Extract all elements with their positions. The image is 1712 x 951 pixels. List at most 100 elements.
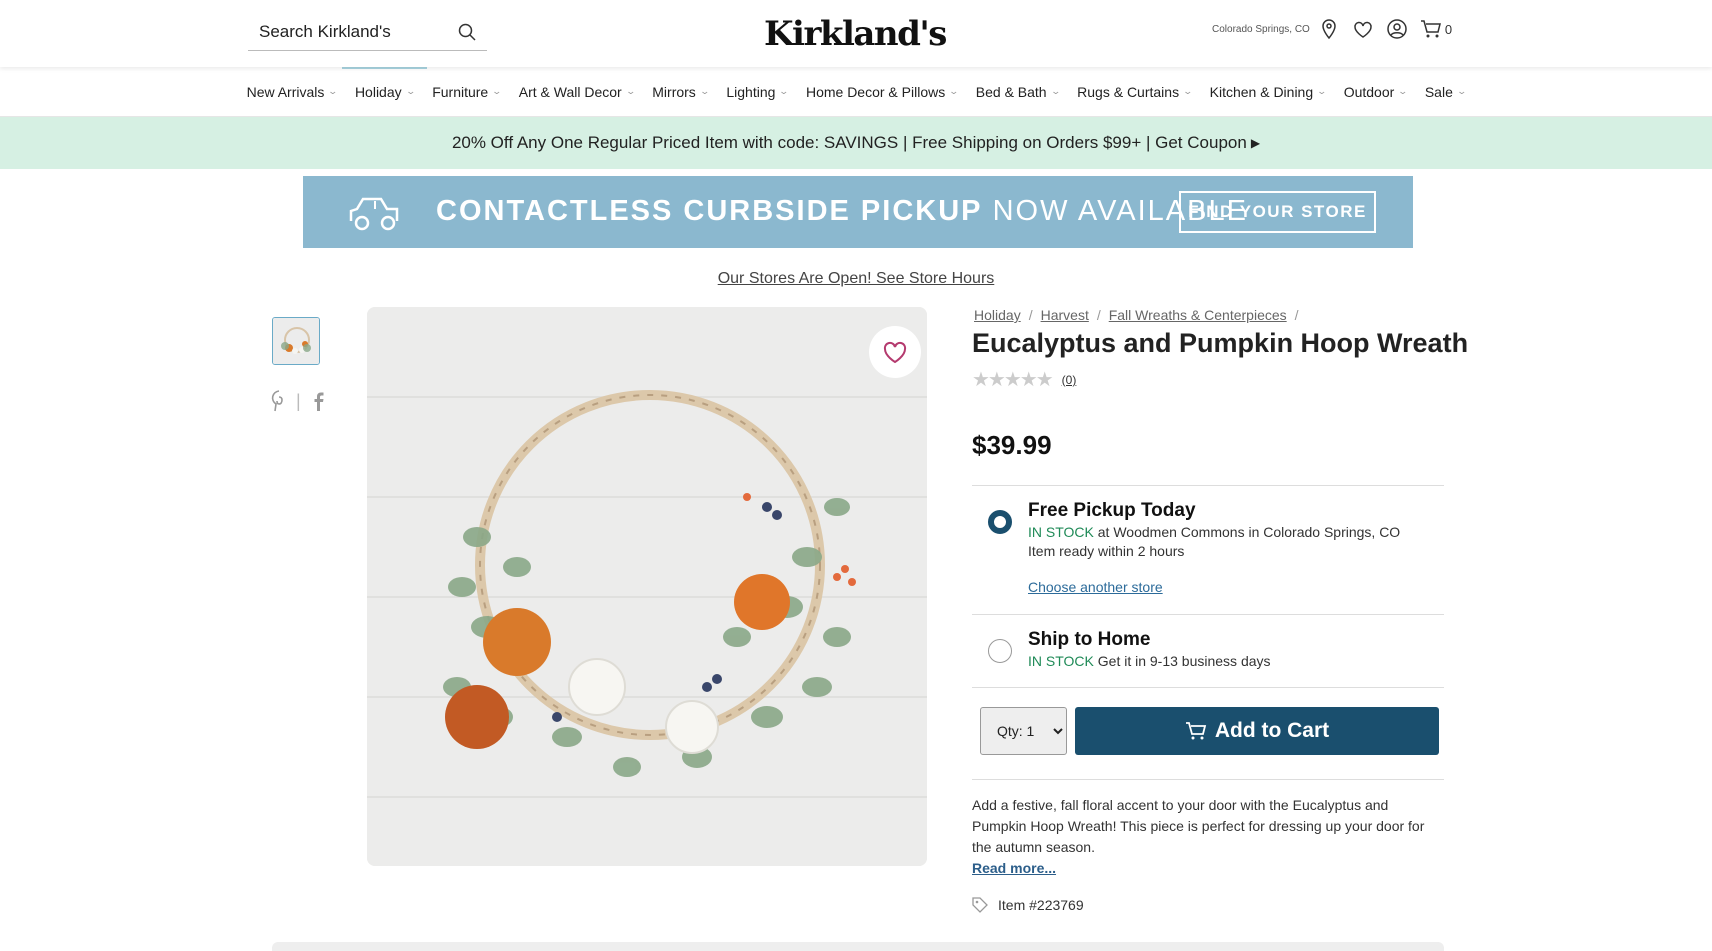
nav-label: Bed & Bath bbox=[975, 83, 1047, 100]
nav-label: Lighting bbox=[726, 83, 776, 100]
banner-headline-bold: CONTACTLESS CURBSIDE PICKUP bbox=[436, 195, 983, 227]
car-icon bbox=[349, 197, 399, 231]
add-to-wishlist-button[interactable] bbox=[869, 326, 921, 378]
nav-label: Art & Wall Decor bbox=[518, 83, 622, 100]
chevron-down-icon: ⌄ bbox=[778, 86, 790, 96]
breadcrumb: Holiday / Harvest / Fall Wreaths & Centerp… bbox=[974, 307, 1299, 323]
nav-outdoor[interactable]: Outdoor ⌄ bbox=[1335, 67, 1416, 117]
chevron-down-icon: ⌄ bbox=[327, 86, 339, 96]
ship-option[interactable]: Ship to Home IN STOCK Get it in 9-13 bus… bbox=[972, 615, 1444, 687]
divider bbox=[972, 687, 1444, 688]
pickup-location: at Woodmen Commons in Colorado Springs, … bbox=[1097, 524, 1401, 540]
pickup-ready-text: Item ready within 2 hours bbox=[1028, 543, 1185, 559]
breadcrumb-harvest[interactable]: Harvest bbox=[1041, 307, 1089, 323]
share-links: | bbox=[270, 390, 327, 412]
nav-art-wall-decor[interactable]: Art & Wall Decor ⌄ bbox=[510, 67, 644, 117]
search-icon[interactable] bbox=[457, 22, 477, 42]
caret-right-icon: ▶ bbox=[1250, 136, 1261, 150]
chevron-down-icon: ⌄ bbox=[1050, 86, 1061, 96]
share-divider: | bbox=[296, 390, 301, 411]
nav-bed-bath[interactable]: Bed & Bath ⌄ bbox=[967, 67, 1068, 117]
ship-stock-line: IN STOCK Get it in 9-13 business days bbox=[1028, 653, 1271, 669]
pickup-title: Free Pickup Today bbox=[1028, 500, 1196, 521]
nav-kitchen-dining[interactable]: Kitchen & Dining ⌄ bbox=[1201, 67, 1335, 117]
nav-label: Sale bbox=[1424, 83, 1453, 100]
review-count-link[interactable]: (0) bbox=[1062, 373, 1077, 387]
ship-title: Ship to Home bbox=[1028, 629, 1151, 650]
breadcrumb-separator: / bbox=[1294, 307, 1299, 323]
nav-label: Holiday bbox=[354, 83, 402, 100]
chevron-down-icon: ⌄ bbox=[1456, 86, 1467, 96]
nav-sale[interactable]: Sale ⌄ bbox=[1416, 67, 1475, 117]
nav-furniture[interactable]: Furniture ⌄ bbox=[423, 67, 510, 117]
rating-stars-icon: ★★★★★ bbox=[972, 369, 1054, 391]
add-to-cart-label: Add to Cart bbox=[1214, 719, 1330, 742]
site-header: Kirkland's Colorado Springs, CO 0 bbox=[0, 0, 1712, 67]
chevron-down-icon: ⌄ bbox=[948, 86, 960, 96]
wishlist-heart-icon[interactable] bbox=[1352, 18, 1374, 40]
product-rating: ★★★★★ (0) bbox=[972, 367, 1076, 392]
nav-home-decor-pillows[interactable]: Home Decor & Pillows ⌄ bbox=[797, 67, 967, 117]
search-input[interactable] bbox=[259, 22, 449, 42]
chevron-down-icon: ⌄ bbox=[491, 86, 503, 96]
nav-lighting[interactable]: Lighting ⌄ bbox=[717, 67, 797, 117]
read-more-link[interactable]: Read more... bbox=[972, 860, 1056, 876]
find-your-store-button[interactable]: FIND YOUR STORE bbox=[1179, 191, 1376, 233]
nav-label: Home Decor & Pillows bbox=[805, 83, 946, 100]
search-bar[interactable] bbox=[248, 14, 487, 51]
breadcrumb-separator: / bbox=[1096, 307, 1101, 323]
chevron-down-icon: ⌄ bbox=[699, 86, 710, 96]
item-number-text: Item #223769 bbox=[998, 897, 1084, 913]
facebook-icon[interactable] bbox=[309, 390, 327, 412]
chevron-down-icon: ⌄ bbox=[625, 86, 636, 96]
section-divider-bar bbox=[272, 942, 1444, 951]
product-title: Eucalyptus and Pumpkin Hoop Wreath bbox=[972, 328, 1469, 358]
nav-mirrors[interactable]: Mirrors ⌄ bbox=[643, 67, 717, 117]
heart-icon bbox=[883, 341, 907, 364]
store-location-text[interactable]: Colorado Springs, CO bbox=[1212, 24, 1310, 35]
tag-icon bbox=[972, 897, 988, 913]
promo-text: 20% Off Any One Regular Priced Item with… bbox=[451, 133, 1247, 152]
divider bbox=[972, 779, 1444, 780]
main-navigation: New Arrivals ⌄ Holiday ⌄ Furniture ⌄ Art & … bbox=[0, 66, 1712, 117]
pickup-stock-line: IN STOCK at Woodmen Commons in Colorado … bbox=[1028, 524, 1400, 540]
add-to-cart-button[interactable]: Add to Cart bbox=[1075, 707, 1439, 755]
in-stock-label: IN STOCK bbox=[1028, 653, 1094, 669]
choose-another-store-link[interactable]: Choose another store bbox=[1028, 579, 1163, 595]
nav-label: Outdoor bbox=[1343, 83, 1395, 100]
ship-radio[interactable] bbox=[988, 639, 1012, 663]
chevron-down-icon: ⌄ bbox=[1316, 86, 1328, 96]
product-thumbnail[interactable] bbox=[272, 317, 320, 365]
nav-holiday[interactable]: Holiday ⌄ bbox=[341, 66, 428, 117]
nav-new-arrivals[interactable]: New Arrivals ⌄ bbox=[238, 67, 346, 117]
breadcrumb-fall-wreaths[interactable]: Fall Wreaths & Centerpieces bbox=[1109, 307, 1287, 323]
pickup-radio[interactable] bbox=[988, 510, 1012, 534]
chevron-down-icon: ⌄ bbox=[1182, 86, 1194, 96]
product-main-image[interactable] bbox=[367, 307, 927, 866]
item-number: Item #223769 bbox=[972, 897, 1084, 913]
nav-label: Kitchen & Dining bbox=[1209, 83, 1314, 100]
ship-eta: Get it in 9-13 business days bbox=[1097, 653, 1271, 669]
promo-bar[interactable]: 20% Off Any One Regular Priced Item with… bbox=[0, 117, 1712, 169]
location-pin-icon[interactable] bbox=[1318, 18, 1340, 40]
product-description: Add a festive, fall floral accent to you… bbox=[972, 797, 1425, 855]
wreath-image bbox=[367, 307, 927, 866]
header-utilities: Colorado Springs, CO 0 bbox=[1212, 18, 1452, 40]
chevron-down-icon: ⌄ bbox=[405, 86, 416, 96]
pinterest-icon[interactable] bbox=[270, 390, 288, 412]
breadcrumb-separator: / bbox=[1028, 307, 1033, 323]
pickup-option[interactable]: Free Pickup Today IN STOCK at Woodmen Co… bbox=[972, 486, 1444, 613]
cart-icon[interactable] bbox=[1420, 18, 1442, 40]
cart-icon bbox=[1185, 722, 1206, 740]
nav-rugs-curtains[interactable]: Rugs & Curtains ⌄ bbox=[1068, 67, 1200, 117]
nav-label: New Arrivals bbox=[246, 83, 325, 100]
wreath-thumbnail-image bbox=[273, 318, 319, 364]
quantity-select[interactable]: Qty: 1 bbox=[980, 707, 1067, 755]
chevron-down-icon: ⌄ bbox=[1397, 86, 1409, 96]
account-icon[interactable] bbox=[1386, 18, 1408, 40]
banner-headline: CONTACTLESS CURBSIDE PICKUP NOW AVAILABL… bbox=[436, 195, 1248, 228]
curbside-banner[interactable]: CONTACTLESS CURBSIDE PICKUP NOW AVAILABL… bbox=[303, 176, 1413, 248]
site-logo[interactable]: Kirkland's bbox=[764, 14, 947, 54]
breadcrumb-holiday[interactable]: Holiday bbox=[974, 307, 1021, 323]
store-hours-link[interactable]: Our Stores Are Open! See Store Hours bbox=[0, 270, 1712, 288]
